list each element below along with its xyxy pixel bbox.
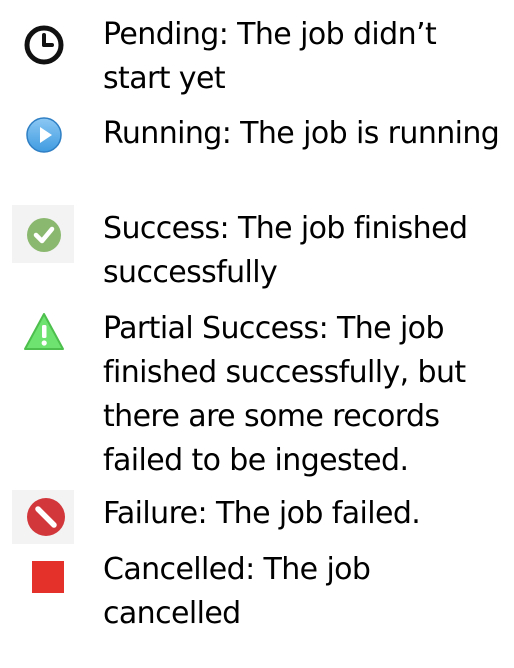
square-stop-icon xyxy=(20,551,70,601)
warning-triangle-icon xyxy=(19,307,69,357)
legend-label-success: Success: The job finished successfully xyxy=(103,211,468,290)
legend-label-cancelled: Cancelled: The job cancelled xyxy=(103,552,371,631)
check-circle-icon xyxy=(19,210,69,260)
clock-icon xyxy=(19,20,69,70)
legend-item-pending: Pending: The job didn’t start yet xyxy=(0,10,514,100)
legend-item-success: Success: The job finished successfully xyxy=(0,205,514,295)
legend-item-failure: Failure: The job failed. xyxy=(0,490,514,544)
legend-item-cancelled: Cancelled: The job cancelled xyxy=(0,548,514,648)
legend-label-partial-success: Partial Success: The job finished succes… xyxy=(103,311,466,478)
legend-item-partial-success: Partial Success: The job finished succes… xyxy=(0,307,514,487)
play-circle-icon xyxy=(19,110,69,160)
legend-item-running: Running: The job is running xyxy=(0,110,514,200)
legend-label-failure: Failure: The job failed. xyxy=(103,496,421,531)
no-entry-icon xyxy=(21,492,71,542)
job-status-legend: Pending: The job didn’t start yet Runnin… xyxy=(0,0,514,668)
legend-label-running: Running: The job is running xyxy=(103,116,500,151)
legend-label-pending: Pending: The job didn’t start yet xyxy=(103,17,437,96)
